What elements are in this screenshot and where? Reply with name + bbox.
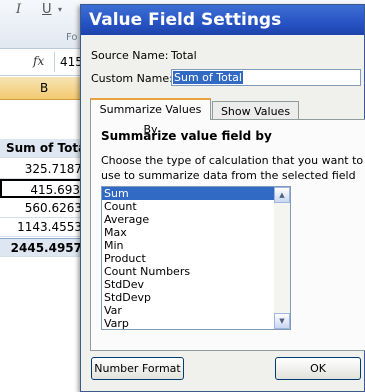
list-item[interactable]: Var xyxy=(102,304,290,317)
table-cell[interactable]: 1143.4553 xyxy=(0,218,84,237)
list-item[interactable]: Product xyxy=(102,252,290,265)
column-header-label: B xyxy=(40,81,49,95)
summarize-description: Choose the type of calculation that you … xyxy=(101,154,364,182)
list-item[interactable]: Average xyxy=(102,213,290,226)
scroll-down-icon[interactable]: ▼ xyxy=(274,313,290,329)
tab-summarize-values-by[interactable]: Summarize Values By xyxy=(90,98,211,136)
fx-icon[interactable]: fx xyxy=(33,54,44,68)
tab-show-values-as[interactable]: Show Values As xyxy=(212,101,299,137)
dialog-title: Value Field Settings xyxy=(89,10,282,30)
ok-button[interactable]: OK xyxy=(275,357,361,380)
table-cell[interactable]: 325.7187 xyxy=(0,160,84,179)
listbox-scrollbar[interactable]: ▲ ▼ xyxy=(274,187,290,329)
list-item[interactable]: Count xyxy=(102,200,290,213)
ribbon-group-label: Fo xyxy=(66,32,78,43)
list-item[interactable]: Varp xyxy=(102,317,290,329)
source-name-value: Total xyxy=(171,49,197,62)
list-item[interactable]: StdDevp xyxy=(102,291,290,304)
pivot-header-cell[interactable]: Sum of Total xyxy=(0,139,84,158)
underline-dropdown-icon[interactable]: ▾ xyxy=(58,5,62,14)
function-listbox[interactable]: Sum Count Average Max Min Product Count … xyxy=(101,186,291,330)
custom-name-label: Custom Name: xyxy=(91,72,173,85)
list-item[interactable]: Min xyxy=(102,239,290,252)
grand-total-cell[interactable]: 2445.4957 xyxy=(0,238,84,257)
list-item[interactable]: Max xyxy=(102,226,290,239)
value-field-settings-dialog: Value Field Settings Source Name: Total … xyxy=(80,4,365,392)
list-item[interactable]: StdDev xyxy=(102,278,290,291)
scroll-up-icon[interactable]: ▲ xyxy=(274,187,290,203)
custom-name-field[interactable]: Sum of Total xyxy=(171,69,361,86)
selected-cell[interactable]: 415.693 xyxy=(0,179,84,198)
list-item[interactable]: Sum xyxy=(102,187,275,200)
summarize-heading: Summarize value field by xyxy=(101,129,272,143)
source-name-label: Source Name: xyxy=(91,49,169,62)
italic-button[interactable]: I xyxy=(16,2,21,17)
table-cell[interactable]: 560.6263 xyxy=(0,199,84,218)
custom-name-selected-text: Sum of Total xyxy=(173,71,243,84)
number-format-button[interactable]: Number Format xyxy=(91,357,184,380)
list-item[interactable]: Count Numbers xyxy=(102,265,290,278)
formula-bar-divider xyxy=(54,52,55,72)
underline-button[interactable]: U xyxy=(42,2,52,17)
dialog-titlebar[interactable]: Value Field Settings xyxy=(81,5,364,35)
